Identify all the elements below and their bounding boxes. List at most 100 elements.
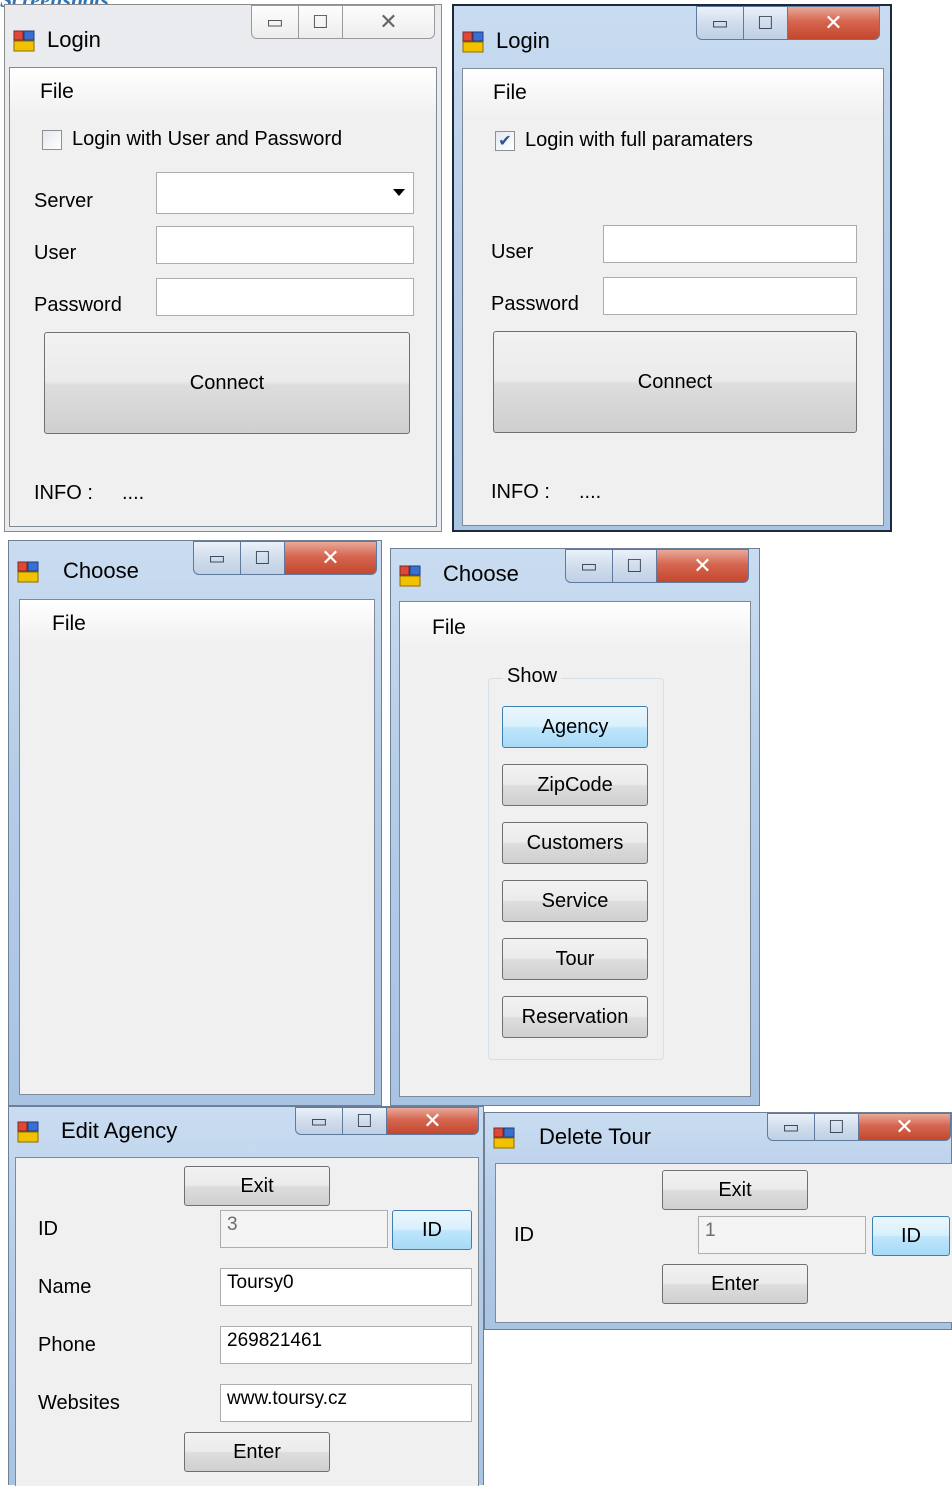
maximize-button[interactable]: ☐ xyxy=(613,549,657,583)
minimize-button[interactable]: ▭ xyxy=(193,541,241,575)
name-label: Name xyxy=(38,1276,92,1298)
client-area: Exit ID 3 ID Name Toursy0 Phone 26982146… xyxy=(15,1157,479,1486)
service-button[interactable]: Service xyxy=(502,880,648,922)
agency-button[interactable]: Agency xyxy=(502,706,648,748)
id-label: ID xyxy=(38,1218,58,1240)
close-icon: ✕ xyxy=(321,545,340,570)
window-title: Choose xyxy=(443,561,519,586)
customers-button[interactable]: Customers xyxy=(502,822,648,864)
maximize-button[interactable]: ☐ xyxy=(299,5,343,39)
server-combobox[interactable] xyxy=(156,172,414,214)
form-icon xyxy=(493,1127,515,1149)
window-title: Delete Tour xyxy=(539,1124,652,1149)
enter-button[interactable]: Enter xyxy=(184,1432,330,1472)
login-mode-checkbox[interactable] xyxy=(42,130,62,150)
title-bar[interactable]: Login ▭ ☐ ✕ xyxy=(5,5,441,55)
password-input[interactable] xyxy=(603,277,857,315)
client-area: File ✔ Login with full paramaters User P… xyxy=(462,68,884,526)
maximize-icon: ☐ xyxy=(828,1116,845,1137)
menu-bar: File xyxy=(400,602,750,648)
close-icon: ✕ xyxy=(824,10,843,35)
connect-button[interactable]: Connect xyxy=(493,331,857,433)
websites-input[interactable]: www.toursy.cz xyxy=(220,1384,472,1422)
minimize-icon: ▭ xyxy=(580,555,598,576)
menu-file[interactable]: File xyxy=(493,81,527,105)
maximize-button[interactable]: ☐ xyxy=(744,6,788,40)
maximize-icon: ☐ xyxy=(254,547,271,568)
zipcode-button[interactable]: ZipCode xyxy=(502,764,648,806)
form-icon xyxy=(17,561,39,583)
window-title: Choose xyxy=(63,558,139,583)
maximize-icon: ☐ xyxy=(312,11,329,32)
minimize-button[interactable]: ▭ xyxy=(565,549,613,583)
phone-label: Phone xyxy=(38,1334,96,1356)
password-label: Password xyxy=(34,294,122,316)
enter-button[interactable]: Enter xyxy=(662,1264,808,1304)
form-icon xyxy=(399,565,421,587)
id-button[interactable]: ID xyxy=(392,1210,472,1250)
menu-file[interactable]: File xyxy=(40,80,74,104)
check-icon: ✔ xyxy=(498,133,512,150)
minimize-button[interactable]: ▭ xyxy=(696,6,744,40)
exit-button[interactable]: Exit xyxy=(184,1166,330,1206)
close-button[interactable]: ✕ xyxy=(343,5,435,39)
id-input[interactable]: 1 xyxy=(698,1216,866,1254)
minimize-button[interactable]: ▭ xyxy=(767,1113,815,1141)
close-button[interactable]: ✕ xyxy=(657,549,749,583)
maximize-icon: ☐ xyxy=(757,12,774,33)
phone-input[interactable]: 269821461 xyxy=(220,1326,472,1364)
maximize-button[interactable]: ☐ xyxy=(815,1113,859,1141)
menu-file[interactable]: File xyxy=(52,612,86,636)
close-button[interactable]: ✕ xyxy=(788,6,880,40)
close-icon: ✕ xyxy=(895,1114,914,1139)
name-input[interactable]: Toursy0 xyxy=(220,1268,472,1306)
window-title: Login xyxy=(496,28,550,53)
reservation-button[interactable]: Reservation xyxy=(502,996,648,1038)
password-input[interactable] xyxy=(156,278,414,316)
info-value: .... xyxy=(122,482,145,504)
title-bar[interactable]: Choose ▭ ☐ ✕ xyxy=(9,541,381,591)
window-title: Login xyxy=(47,27,101,52)
form-icon xyxy=(462,31,484,53)
info-label: INFO : xyxy=(34,482,93,504)
menu-file[interactable]: File xyxy=(432,616,466,640)
close-button[interactable]: ✕ xyxy=(387,1107,479,1135)
form-icon xyxy=(13,30,35,52)
form-icon xyxy=(17,1121,39,1143)
maximize-button[interactable]: ☐ xyxy=(343,1107,387,1135)
minimize-button[interactable]: ▭ xyxy=(251,5,299,39)
delete-tour-window: Delete Tour ▭ ☐ ✕ Exit ID 1 ID Enter xyxy=(484,1112,952,1330)
minimize-button[interactable]: ▭ xyxy=(295,1107,343,1135)
title-bar[interactable]: Login ▭ ☐ ✕ xyxy=(454,6,890,56)
id-button[interactable]: ID xyxy=(872,1216,950,1256)
client-area: File Login with User and Password Server… xyxy=(9,67,437,527)
title-bar[interactable]: Delete Tour ▭ ☐ ✕ xyxy=(485,1113,951,1163)
minimize-icon: ▭ xyxy=(782,1116,800,1137)
choose-window-1: Choose ▭ ☐ ✕ File xyxy=(8,540,382,1106)
login-mode-checkbox[interactable]: ✔ xyxy=(495,131,515,151)
menu-bar: File xyxy=(20,600,374,644)
maximize-button[interactable]: ☐ xyxy=(241,541,285,575)
minimize-icon: ▭ xyxy=(208,547,226,568)
title-bar[interactable]: Choose ▭ ☐ ✕ xyxy=(391,549,759,599)
connect-button[interactable]: Connect xyxy=(44,332,410,434)
user-input[interactable] xyxy=(603,225,857,263)
user-input[interactable] xyxy=(156,226,414,264)
info-value: .... xyxy=(579,481,602,503)
tour-button[interactable]: Tour xyxy=(502,938,648,980)
id-input[interactable]: 3 xyxy=(220,1210,388,1248)
login-window-1: Login ▭ ☐ ✕ File Login with User and Pas… xyxy=(4,4,442,532)
close-icon: ✕ xyxy=(423,1108,442,1133)
menu-bar: File xyxy=(463,69,883,117)
minimize-icon: ▭ xyxy=(310,1110,328,1131)
title-bar[interactable]: Edit Agency ▭ ☐ ✕ xyxy=(9,1107,483,1157)
groupbox-title: Show xyxy=(503,665,562,688)
info-label: INFO : xyxy=(491,481,550,503)
client-area: File xyxy=(19,599,375,1095)
choose-window-2: Choose ▭ ☐ ✕ File Show Agency ZipCode Cu… xyxy=(390,548,760,1106)
close-button[interactable]: ✕ xyxy=(859,1113,951,1141)
close-button[interactable]: ✕ xyxy=(285,541,377,575)
login-mode-label: Login with User and Password xyxy=(72,128,343,150)
minimize-icon: ▭ xyxy=(266,11,284,32)
exit-button[interactable]: Exit xyxy=(662,1170,808,1210)
